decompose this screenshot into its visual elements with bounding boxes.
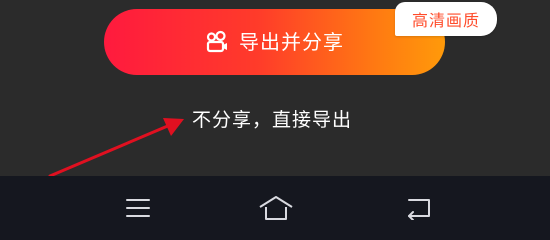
- back-icon: [408, 199, 430, 220]
- export-without-sharing-link[interactable]: 不分享，直接导出: [192, 108, 352, 132]
- export-and-share-label: 导出并分享: [239, 30, 344, 54]
- back-button[interactable]: [400, 190, 436, 226]
- export-screen: 导出并分享 高清画质 不分享，直接导出: [0, 0, 550, 176]
- video-camera-icon: [205, 30, 229, 54]
- hd-quality-badge[interactable]: 高清画质: [395, 2, 497, 36]
- home-icon: [259, 196, 293, 220]
- home-button[interactable]: [258, 190, 294, 226]
- menu-button[interactable]: [120, 190, 156, 226]
- menu-icon: [126, 199, 150, 217]
- hd-quality-label: 高清画质: [411, 11, 480, 30]
- export-and-share-button[interactable]: 导出并分享: [104, 9, 445, 75]
- system-navigation-bar: [0, 176, 550, 240]
